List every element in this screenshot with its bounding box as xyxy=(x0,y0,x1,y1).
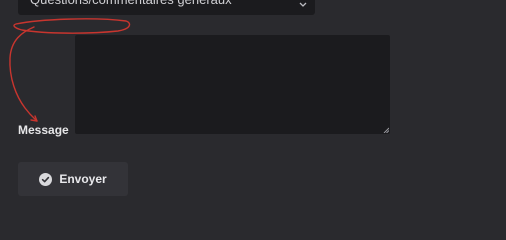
resize-grip-icon[interactable] xyxy=(383,127,389,133)
annotation-arrow-line xyxy=(9,26,38,122)
message-textarea[interactable] xyxy=(75,35,390,134)
annotation-arrowhead xyxy=(30,115,38,122)
subject-select-value: Questions/commentaires généraux xyxy=(30,0,232,12)
chevron-updown-icon xyxy=(299,2,307,7)
message-label: Message xyxy=(18,123,69,137)
contact-form: Questions/commentaires généraux Message … xyxy=(0,0,506,200)
send-button-label: Envoyer xyxy=(59,172,107,186)
check-circle-icon xyxy=(39,172,53,186)
send-button[interactable]: Envoyer xyxy=(18,162,128,196)
annotation-circle xyxy=(13,18,131,34)
subject-select[interactable]: Questions/commentaires généraux xyxy=(18,0,315,15)
